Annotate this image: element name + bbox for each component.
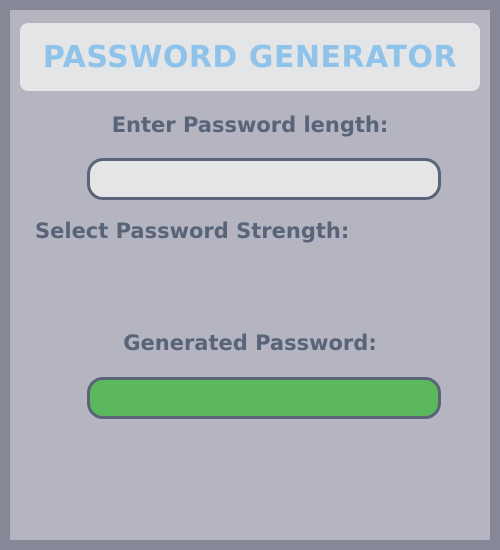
header-banner: PASSWORD GENERATOR — [20, 23, 480, 91]
generated-password-label: Generated Password: — [123, 331, 377, 355]
app-title: PASSWORD GENERATOR — [42, 39, 458, 75]
password-length-input[interactable] — [87, 158, 441, 200]
password-strength-label: Select Password Strength: — [35, 219, 350, 243]
password-length-label: Enter Password length: — [111, 113, 389, 137]
generator-panel: PASSWORD GENERATOR Enter Password length… — [10, 10, 490, 540]
generated-password-output[interactable] — [87, 377, 441, 419]
